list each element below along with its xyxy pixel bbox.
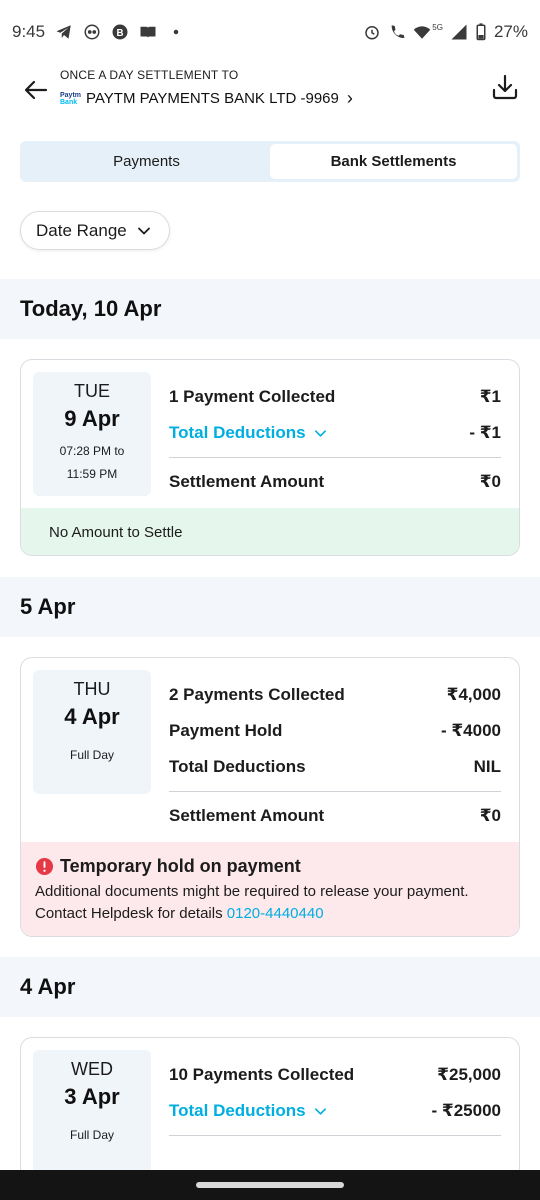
arrow-left-icon bbox=[24, 80, 48, 100]
settlement-time-to: 11:59 PM bbox=[66, 467, 118, 481]
settlement-tabs: Payments Bank Settlements bbox=[20, 141, 520, 182]
chevron-down-icon bbox=[137, 227, 150, 234]
total-deductions-row[interactable]: Total Deductions - ₹1 bbox=[169, 415, 501, 451]
b-icon: B bbox=[111, 23, 129, 41]
settlement-subtitle: ONCE A DAY SETTLEMENT TO bbox=[60, 68, 239, 82]
book-icon bbox=[139, 23, 157, 41]
settlement-day: TUE bbox=[74, 381, 110, 401]
payment-hold-alert: Temporary hold on payment Additional doc… bbox=[21, 842, 519, 936]
download-icon bbox=[492, 74, 518, 100]
alarm-icon bbox=[363, 23, 381, 41]
section-header: 5 Apr bbox=[0, 577, 540, 637]
settlement-rows: 1 Payment Collected ₹1 Total Deductions … bbox=[169, 379, 501, 500]
settlement-card[interactable]: THU 4 Apr Full Day 2 Payments Collected … bbox=[20, 657, 520, 937]
settlement-card[interactable]: TUE 9 Apr 07:28 PM to 11:59 PM 1 Payment… bbox=[20, 359, 520, 556]
settlement-time: Full Day bbox=[69, 748, 114, 762]
bank-account-selector[interactable]: Paytm Bank PAYTM PAYMENTS BANK LTD -9969… bbox=[60, 88, 353, 109]
chevron-down-icon bbox=[314, 429, 326, 437]
dot-icon bbox=[167, 23, 185, 41]
alert-icon bbox=[35, 857, 54, 876]
settlement-rows: 10 Payments Collected ₹25,000 Total Dedu… bbox=[169, 1057, 501, 1142]
settlement-time-from: 07:28 PM to bbox=[59, 444, 125, 458]
divider bbox=[169, 791, 501, 792]
tab-bank-settlements[interactable]: Bank Settlements bbox=[270, 144, 517, 179]
payments-collected-row: 2 Payments Collected ₹4,000 bbox=[169, 685, 501, 704]
telegram-icon bbox=[55, 23, 73, 41]
settlement-date: 9 Apr bbox=[64, 406, 120, 431]
settlement-time: Full Day bbox=[69, 1128, 114, 1142]
download-button[interactable] bbox=[490, 72, 520, 102]
settlement-date-box: WED 3 Apr Full Day bbox=[33, 1050, 151, 1174]
settlement-amount-row: Settlement Amount ₹0 bbox=[169, 472, 501, 491]
wifi-call-icon bbox=[388, 23, 406, 41]
paytm-bank-logo: Paytm Bank bbox=[60, 91, 82, 106]
settlement-day: WED bbox=[71, 1059, 113, 1079]
total-deductions-row[interactable]: Total Deductions - ₹25000 bbox=[169, 1093, 501, 1129]
bank-name: PAYTM PAYMENTS BANK LTD -9969 bbox=[86, 90, 339, 107]
chevron-down-icon bbox=[314, 1107, 326, 1115]
payments-collected-row: 10 Payments Collected ₹25,000 bbox=[169, 1065, 501, 1084]
alert-title: Temporary hold on payment bbox=[60, 856, 301, 876]
settlement-date-box: TUE 9 Apr 07:28 PM to 11:59 PM bbox=[33, 372, 151, 496]
settlement-date: 4 Apr bbox=[64, 704, 120, 729]
alert-message: Additional documents might be required t… bbox=[35, 883, 469, 900]
total-deductions-row: Total Deductions NIL bbox=[169, 757, 501, 776]
settlement-rows: 2 Payments Collected ₹4,000 Payment Hold… bbox=[169, 677, 501, 834]
no-amount-note: No Amount to Settle bbox=[21, 508, 519, 555]
system-navigation-bar bbox=[0, 1170, 540, 1200]
home-gesture-handle[interactable] bbox=[196, 1182, 344, 1188]
back-button[interactable] bbox=[20, 74, 52, 106]
settlement-amount-row: Settlement Amount ₹0 bbox=[169, 806, 501, 825]
settlement-date: 3 Apr bbox=[64, 1084, 120, 1109]
battery-icon bbox=[475, 23, 487, 41]
status-time: 9:45 bbox=[12, 22, 46, 41]
app-icon bbox=[83, 23, 101, 41]
payment-hold-row: Payment Hold - ₹4000 bbox=[169, 721, 501, 740]
settlement-date-box: THU 4 Apr Full Day bbox=[33, 670, 151, 794]
section-header: Today, 10 Apr bbox=[0, 279, 540, 339]
section-header: 4 Apr bbox=[0, 957, 540, 1017]
tab-payments[interactable]: Payments bbox=[23, 144, 270, 179]
date-range-filter[interactable]: Date Range bbox=[20, 211, 170, 250]
top-app-bar: ONCE A DAY SETTLEMENT TO Paytm Bank PAYT… bbox=[0, 64, 540, 122]
signal-icon bbox=[450, 23, 468, 41]
status-bar: 9:45 B 5G 27% bbox=[0, 0, 540, 64]
chevron-right-icon: › bbox=[346, 88, 353, 108]
divider bbox=[169, 457, 501, 458]
payments-collected-row: 1 Payment Collected ₹1 bbox=[169, 387, 501, 406]
alert-helpdesk-text: Contact Helpdesk for details bbox=[35, 905, 223, 922]
divider bbox=[169, 1135, 501, 1136]
helpdesk-phone-link[interactable]: 0120-4440440 bbox=[227, 905, 324, 922]
network-type: 5G bbox=[432, 22, 443, 32]
battery-percent: 27% bbox=[493, 22, 528, 41]
svg-text:B: B bbox=[117, 28, 124, 39]
date-range-label: Date Range bbox=[36, 220, 127, 240]
settlement-day: THU bbox=[73, 679, 111, 699]
wifi-icon bbox=[413, 23, 431, 41]
